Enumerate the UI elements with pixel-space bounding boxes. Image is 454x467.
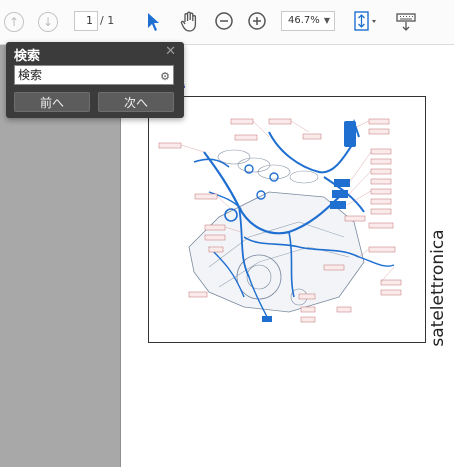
- zoom-in-icon: [248, 12, 266, 30]
- pointer-icon: [148, 13, 159, 31]
- watermark: satelettronica: [418, 218, 454, 358]
- find-next-button[interactable]: 次へ: [98, 92, 174, 112]
- down-arrow-icon: ↓: [42, 15, 54, 29]
- search-query: 検索: [18, 68, 43, 82]
- gear-icon[interactable]: ⚙: [160, 68, 170, 86]
- fit-page-icon: [354, 11, 376, 31]
- zoom-in-button[interactable]: [247, 11, 267, 31]
- up-arrow-icon: ↑: [8, 15, 20, 29]
- find-previous-button[interactable]: 前へ: [14, 92, 90, 112]
- zoom-out-icon: [215, 12, 233, 30]
- next-page-button[interactable]: ↓: [38, 12, 58, 32]
- search-input[interactable]: 検索 ⚙: [14, 65, 174, 85]
- toolbar: ↑ ↓ 1 / 1 46.7% ▼: [0, 0, 454, 45]
- find-panel-title: 検索: [14, 49, 41, 64]
- engine-wiring-illustration: [158, 118, 402, 323]
- page-total: / 1: [100, 14, 115, 27]
- zoom-level-dropdown[interactable]: 46.7% ▼: [281, 11, 335, 31]
- hand-icon: [180, 11, 197, 32]
- zoom-out-button[interactable]: [214, 11, 234, 31]
- close-icon[interactable]: ✕: [165, 44, 176, 59]
- keyboard-icon: [396, 13, 416, 31]
- page-number-input[interactable]: 1: [74, 11, 98, 31]
- zoom-level-value: 46.7%: [288, 15, 320, 26]
- prev-page-button[interactable]: ↑: [4, 12, 24, 32]
- fit-page-button[interactable]: [352, 9, 380, 35]
- find-panel: 検索 ✕ 検索 ⚙ 前へ 次へ: [6, 42, 184, 118]
- watermark-text: satelettronica: [428, 229, 448, 347]
- wiring-diagram: [148, 96, 426, 343]
- hand-tool-button[interactable]: [179, 10, 201, 34]
- select-tool-button[interactable]: [144, 10, 162, 34]
- read-mode-button[interactable]: [395, 11, 417, 33]
- chevron-down-icon: ▼: [323, 16, 330, 25]
